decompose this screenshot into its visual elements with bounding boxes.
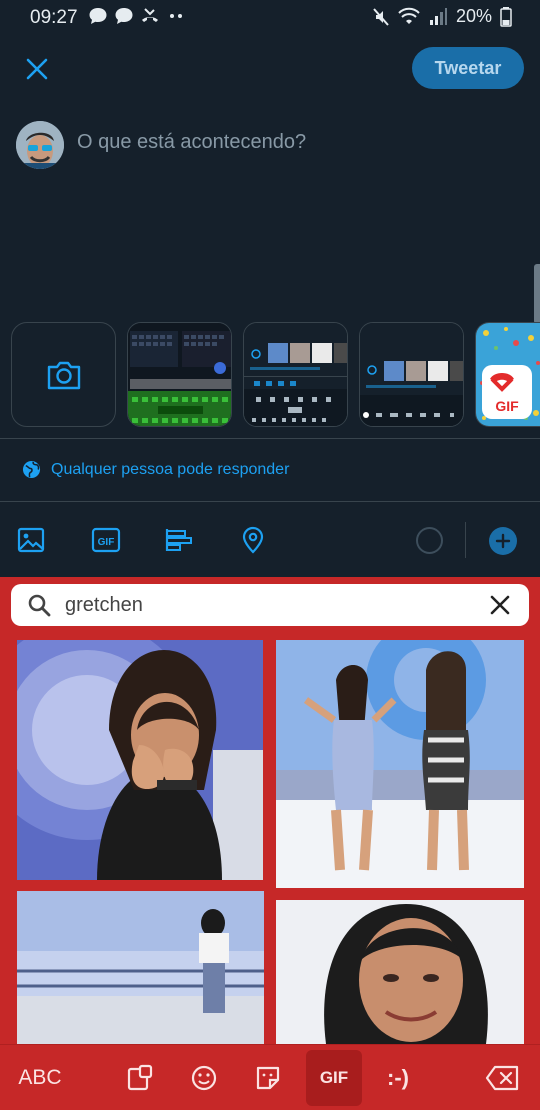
- close-icon: [26, 58, 48, 80]
- emoji-button[interactable]: [180, 1045, 228, 1110]
- character-progress-ring: [416, 527, 443, 554]
- sticker-button[interactable]: [244, 1045, 292, 1110]
- camera-button[interactable]: [11, 322, 116, 427]
- gif-result[interactable]: [276, 900, 524, 1044]
- image-icon: [17, 527, 45, 553]
- keyboard-bar: ABC GIF :-): [0, 1044, 540, 1110]
- search-icon: [28, 594, 51, 617]
- add-gif-button[interactable]: GIF: [89, 523, 123, 557]
- globe-icon: [22, 460, 41, 479]
- clipboard-icon: [127, 1064, 153, 1091]
- status-bar: 09:27 20%: [0, 0, 540, 34]
- close-icon[interactable]: [489, 594, 511, 616]
- notification-icons: [88, 6, 186, 26]
- backspace-icon: [485, 1065, 519, 1091]
- battery-percent: 20%: [455, 6, 492, 26]
- gif-tab-button[interactable]: GIF: [306, 1050, 362, 1106]
- gif-keyboard: ABC GIF :-): [0, 577, 540, 1110]
- emoticon-button[interactable]: :-): [370, 1045, 426, 1110]
- sticker-icon: [256, 1066, 280, 1090]
- media-thumbnail[interactable]: [243, 322, 348, 427]
- signal-icon: [429, 7, 447, 25]
- clipboard-button[interactable]: [116, 1045, 164, 1110]
- chat-bubble-icon: [115, 8, 133, 24]
- more-dots-icon: [170, 14, 182, 18]
- status-time: 09:27: [30, 7, 78, 28]
- keyboard-screenshot: [360, 323, 463, 426]
- avatar[interactable]: [16, 121, 64, 169]
- scroll-handle[interactable]: [534, 264, 540, 324]
- gif-result[interactable]: [17, 891, 264, 1044]
- battery-icon: [500, 6, 512, 27]
- gif-result-image: [17, 891, 264, 1044]
- poll-icon: [165, 529, 192, 551]
- backspace-button[interactable]: [476, 1045, 528, 1110]
- media-thumbnail[interactable]: [359, 322, 464, 427]
- gif-result[interactable]: [276, 640, 524, 888]
- divider: [0, 438, 540, 439]
- add-location-button[interactable]: [236, 523, 270, 557]
- media-thumbnail[interactable]: [127, 322, 232, 427]
- media-thumbnail[interactable]: GIF: [475, 322, 540, 427]
- close-button[interactable]: [20, 52, 54, 86]
- gif-badge-text: GIF: [495, 398, 519, 414]
- keyboard-screenshot: [244, 323, 347, 426]
- add-thread-button[interactable]: [489, 527, 517, 555]
- chat-bubble-icon: [89, 8, 107, 24]
- avatar-image: [16, 121, 64, 169]
- add-poll-button[interactable]: [162, 523, 196, 557]
- gif-app-thumbnail: GIF: [476, 323, 540, 426]
- camera-icon: [47, 361, 80, 389]
- compose-input[interactable]: O que está acontecendo?: [77, 131, 306, 154]
- toolbar-separator: [465, 522, 466, 558]
- location-icon: [242, 526, 264, 554]
- media-strip: GIF: [0, 322, 540, 428]
- gif-icon-label: GIF: [98, 537, 115, 548]
- gif-icon: GIF: [91, 527, 121, 553]
- tweet-button[interactable]: Tweetar: [412, 47, 524, 89]
- gif-result-image: [17, 640, 263, 880]
- add-image-button[interactable]: [14, 523, 48, 557]
- gif-result[interactable]: [17, 640, 263, 880]
- keyboard-screenshot: [128, 323, 231, 426]
- abc-keyboard-button[interactable]: ABC: [12, 1045, 68, 1110]
- gif-search-input[interactable]: [65, 584, 465, 626]
- missed-call-icon: [142, 8, 158, 22]
- gif-search-bar: [11, 584, 529, 626]
- divider: [0, 501, 540, 502]
- plus-icon: [495, 533, 511, 549]
- gif-result-image: [276, 640, 524, 888]
- emoji-icon: [191, 1065, 217, 1091]
- wifi-icon: [398, 7, 420, 24]
- mute-icon: [373, 7, 389, 26]
- gif-result-image: [276, 900, 524, 1044]
- reply-setting[interactable]: Qualquer pessoa pode responder: [22, 460, 289, 479]
- system-icons: 20%: [372, 6, 512, 27]
- reply-setting-label: Qualquer pessoa pode responder: [51, 460, 290, 478]
